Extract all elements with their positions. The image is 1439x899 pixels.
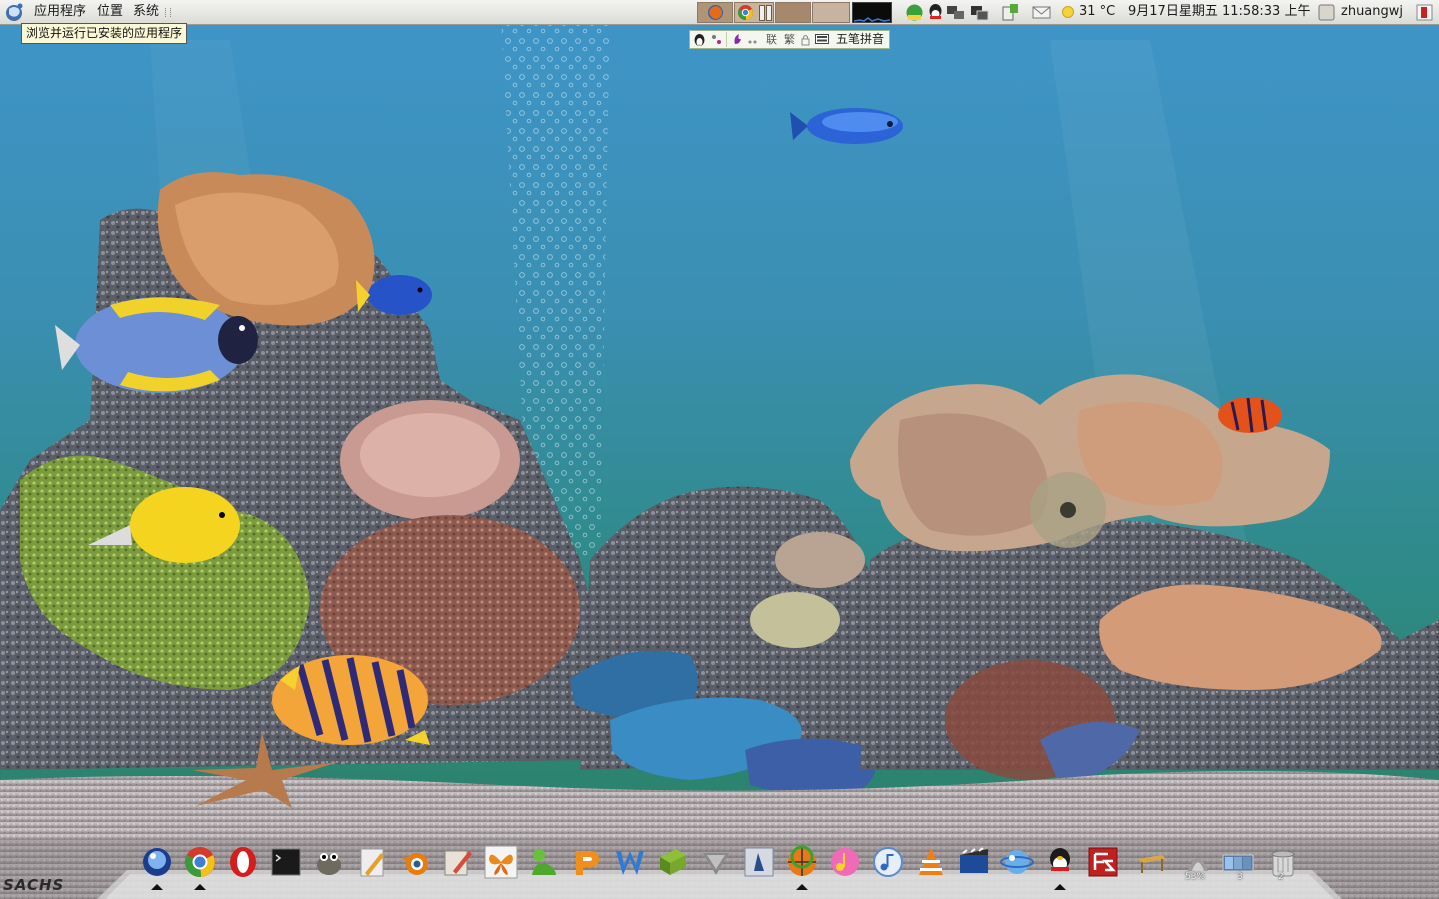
menu-places[interactable]: 位置 — [97, 4, 123, 20]
clock[interactable]: 9月17日星期五 11:58:33 上午 — [1128, 4, 1310, 20]
ime-association[interactable]: 联 — [766, 32, 777, 47]
butterfly-icon[interactable] — [484, 845, 518, 879]
tooltip: 浏览并运行已安装的应用程序 — [21, 23, 188, 44]
opera-icon[interactable] — [226, 845, 260, 879]
text-editor-icon[interactable] — [355, 845, 389, 879]
keyboard-icon[interactable] — [815, 34, 829, 44]
punctuation-mode-icon[interactable] — [710, 33, 724, 46]
qq-tray-icon[interactable] — [926, 3, 945, 22]
input-method-name[interactable]: 五笔拼音 — [836, 32, 884, 47]
network-manager-icon[interactable] — [905, 3, 924, 22]
music-player-icon[interactable] — [828, 845, 862, 879]
user-switcher[interactable]: zhuangwj — [1341, 4, 1403, 20]
cpu-graph-icon — [854, 17, 890, 22]
terminal-icon[interactable] — [269, 845, 303, 879]
trash-count: 2 — [1278, 872, 1284, 882]
menu-applications[interactable]: 应用程序 — [34, 4, 86, 20]
blender-icon[interactable] — [398, 845, 432, 879]
user-icon — [1318, 4, 1335, 21]
running-indicator — [1054, 884, 1066, 890]
update-notifier-icon[interactable] — [1001, 3, 1020, 22]
gimp-icon[interactable] — [312, 845, 346, 879]
filezilla-icon[interactable] — [1086, 845, 1120, 879]
penguin-icon[interactable] — [693, 32, 706, 47]
window-tool-icon[interactable] — [742, 845, 776, 879]
network-icon[interactable] — [1000, 845, 1034, 879]
firefox-task-button[interactable] — [697, 2, 733, 23]
input-method-bar: 联 繁 五笔拼音 — [689, 30, 890, 49]
video-editor-icon[interactable] — [957, 845, 991, 879]
ime-traditional[interactable]: 繁 — [784, 32, 795, 47]
system-monitor-graph[interactable] — [852, 2, 892, 23]
moon-fullwidth-icon[interactable] — [731, 32, 743, 46]
mail-icon[interactable] — [1032, 3, 1051, 22]
aquarium-wallpaper — [0, 0, 1439, 899]
volume-level: 53% — [1185, 872, 1206, 882]
presentation-icon[interactable] — [570, 845, 604, 879]
network-connections-icon[interactable] — [946, 3, 965, 22]
shutdown-icon[interactable] — [1415, 3, 1434, 22]
sun-weather-icon[interactable] — [1061, 5, 1075, 19]
ime-divider — [726, 32, 727, 47]
weather-temperature[interactable]: 31 °C — [1079, 4, 1115, 20]
firefox-icon — [708, 5, 723, 20]
messenger-icon[interactable] — [527, 845, 561, 879]
chrome-task-button[interactable] — [734, 2, 774, 23]
itunes-icon[interactable] — [871, 845, 905, 879]
menu-system[interactable]: 系统 — [133, 4, 159, 20]
running-indicator — [194, 884, 206, 890]
display-icon[interactable] — [970, 3, 989, 22]
chrome-icon[interactable] — [183, 845, 217, 879]
qq-icon[interactable] — [1043, 845, 1077, 879]
lock-icon[interactable] — [801, 34, 810, 46]
chinese-punct-icon[interactable] — [747, 33, 759, 46]
workspace-count: 3 — [1237, 872, 1243, 882]
gnome-foot-icon[interactable] — [4, 2, 26, 23]
ebook-icon[interactable] — [656, 845, 690, 879]
running-indicator — [151, 884, 163, 890]
browser-orb-icon[interactable] — [140, 845, 174, 879]
basketball-icon[interactable] — [785, 845, 819, 879]
desk-icon[interactable] — [1135, 845, 1169, 879]
task-button-3[interactable] — [775, 2, 811, 23]
chrome-icon — [738, 5, 753, 21]
task-button-4[interactable] — [812, 2, 850, 23]
drawing-icon[interactable] — [441, 845, 475, 879]
vlc-icon[interactable] — [914, 845, 948, 879]
inkscape-icon[interactable] — [699, 845, 733, 879]
desktop-watermark: SACHS — [3, 876, 65, 894]
top-panel: 应用程序 位置 系统 31 °C 9月17日星期五 11:58:33 上午 zh… — [0, 0, 1439, 25]
panel-drag-handle[interactable] — [165, 8, 171, 17]
writer-icon[interactable] — [613, 845, 647, 879]
running-indicator — [796, 884, 808, 890]
